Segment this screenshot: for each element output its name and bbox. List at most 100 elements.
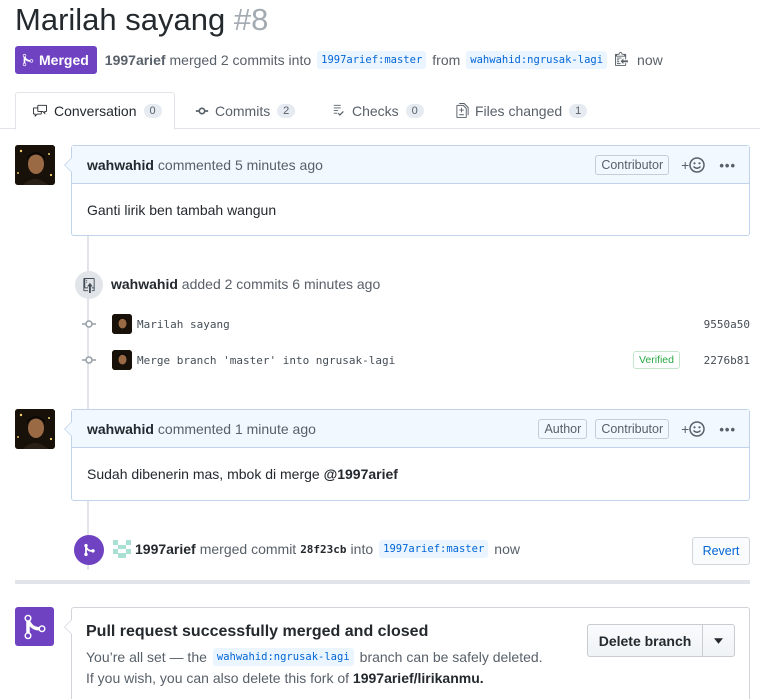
avatar[interactable] [15, 145, 55, 185]
head-branch[interactable]: wahwahid:ngrusak-lagi [466, 51, 608, 69]
conversation-icon [33, 104, 47, 118]
tab-commits-count: 2 [277, 103, 296, 118]
tab-conversation[interactable]: Conversation 0 [15, 92, 175, 130]
user-mention[interactable]: @1997arief [324, 466, 398, 482]
tab-conversation-label: Conversation [54, 103, 137, 119]
tab-conversation-count: 0 [143, 104, 162, 118]
avatar[interactable] [15, 409, 55, 449]
merge-icon [24, 614, 45, 639]
copy-icon[interactable] [615, 51, 629, 69]
comment-actions: Contributor + ••• [587, 146, 736, 184]
merged-status-badge: Merged [15, 46, 97, 74]
merge-status-line1: You’re all set — the wahwahid:ngrusak-la… [86, 648, 543, 666]
merge-into-text: into [350, 541, 374, 557]
pr-title: Marilah sayang #8 [15, 2, 268, 38]
file-diff-icon [456, 103, 469, 118]
author-label: Author [538, 419, 588, 439]
tab-checks[interactable]: Checks 0 [332, 92, 424, 129]
merged-event-badge [74, 535, 104, 565]
merge-icon [83, 543, 95, 557]
merge-status-box: Pull request successfully merged and clo… [64, 607, 750, 699]
comment-actions: Author Contributor + ••• [530, 410, 736, 448]
pr-time: now [637, 52, 663, 68]
delete-branch-button-group: Delete branch [587, 624, 735, 657]
tab-checks-count: 0 [405, 103, 424, 118]
pr-meta: Merged 1997arief merged 2 commits into 1… [15, 46, 663, 74]
verified-badge[interactable]: Verified [632, 351, 680, 369]
merge-line1-suffix: branch can be safely deleted. [359, 649, 543, 665]
push-event-badge [75, 271, 103, 299]
merge-event-action: merged commit [199, 541, 297, 557]
comment-card: wahwahid commented 1 minute ago Author C… [64, 409, 750, 501]
comment-author[interactable]: wahwahid [87, 421, 154, 437]
pr-merged-text: merged 2 commits into [169, 52, 312, 68]
revert-button[interactable]: Revert [692, 537, 750, 565]
smiley-icon [689, 157, 706, 173]
from-text: from [432, 52, 461, 68]
merge-event-author[interactable]: 1997arief [135, 541, 196, 557]
timeline-end-separator [15, 580, 750, 584]
tab-files-count: 1 [569, 103, 588, 118]
commit-icon [82, 356, 96, 364]
tab-checks-label: Checks [352, 102, 399, 119]
deletable-branch[interactable]: wahwahid:ngrusak-lagi [212, 648, 354, 666]
comment-author[interactable]: wahwahid [87, 157, 154, 173]
comment-time[interactable]: commented 5 minutes ago [158, 157, 323, 173]
tab-files-label: Files changed [475, 102, 563, 119]
avatar[interactable] [112, 350, 132, 370]
chevron-down-icon [714, 637, 723, 644]
fork-repo-link[interactable]: 1997arief/lirikanmu. [353, 670, 484, 686]
tab-files-changed[interactable]: Files changed 1 [456, 92, 588, 129]
comment-body: Ganti lirik ben tambah wangun [87, 202, 277, 218]
pr-tabs: Conversation 0 Commits 2 Checks 0 Files … [0, 92, 760, 130]
commit-sha[interactable]: 2276b81 [704, 354, 750, 367]
contributor-label: Contributor [595, 155, 670, 175]
delete-branch-button[interactable]: Delete branch [588, 625, 703, 656]
kebab-icon[interactable]: ••• [719, 422, 736, 437]
merge-target-branch[interactable]: 1997arief:master [379, 540, 489, 558]
checks-icon [333, 104, 344, 116]
merge-event-time: now [494, 541, 520, 557]
kebab-icon[interactable]: ••• [719, 158, 736, 173]
avatar[interactable] [113, 540, 131, 558]
comment-header: wahwahid commented 5 minutes ago Contrib… [72, 146, 749, 184]
commits-event-action: added 2 commits 6 minutes ago [181, 276, 381, 292]
pr-author-link[interactable]: 1997arief [105, 52, 166, 68]
commit-row: Merge branch 'master' into ngrusak-lagi … [80, 350, 750, 370]
commit-message[interactable]: Marilah sayang [137, 318, 230, 331]
merge-icon [22, 53, 34, 67]
merge-event-text: 1997arief merged commit 28f23cb into 199… [135, 540, 520, 558]
commits-event-author[interactable]: wahwahid [111, 276, 178, 292]
comment-body: Sudah dibenerin mas, mbok di merge @1997… [72, 448, 749, 499]
comment-header: wahwahid commented 1 minute ago Author C… [72, 410, 749, 448]
commit-sha[interactable]: 9550a50 [704, 318, 750, 331]
delete-branch-dropdown[interactable] [703, 625, 734, 656]
contributor-label: Contributor [595, 419, 670, 439]
comment-time[interactable]: commented 1 minute ago [158, 421, 316, 437]
tab-commits[interactable]: Commits 2 [195, 92, 296, 129]
merge-line1-prefix: You’re all set — the [86, 649, 207, 665]
comment-arrow [64, 157, 72, 173]
merge-status-title: Pull request successfully merged and clo… [86, 623, 429, 640]
merge-line2-prefix: If you wish, you can also delete this fo… [86, 670, 350, 686]
add-reaction-button[interactable]: + [681, 157, 706, 173]
merged-status-label: Merged [39, 52, 89, 68]
pr-number: #8 [233, 2, 269, 37]
commit-message[interactable]: Merge branch 'master' into ngrusak-lagi [137, 354, 395, 367]
repo-push-icon [83, 277, 95, 293]
pr-title-text: Marilah sayang [15, 2, 226, 37]
comment-body-text: Sudah dibenerin mas, mbok di merge [87, 466, 320, 482]
merge-status-icon [15, 607, 54, 646]
comment-card: wahwahid commented 5 minutes ago Contrib… [64, 145, 750, 236]
add-reaction-button[interactable]: + [681, 421, 706, 437]
smiley-icon [689, 421, 706, 437]
merge-status-line2: If you wish, you can also delete this fo… [86, 670, 484, 686]
merge-box-arrow [64, 619, 72, 635]
base-branch[interactable]: 1997arief:master [317, 51, 427, 69]
avatar[interactable] [112, 314, 132, 334]
comment-arrow [64, 421, 72, 437]
merge-commit-sha[interactable]: 28f23cb [300, 543, 346, 556]
commits-event-text: wahwahid added 2 commits 6 minutes ago [111, 276, 380, 292]
tab-commits-label: Commits [215, 102, 271, 119]
commit-row: Marilah sayang 9550a50 [80, 314, 750, 334]
